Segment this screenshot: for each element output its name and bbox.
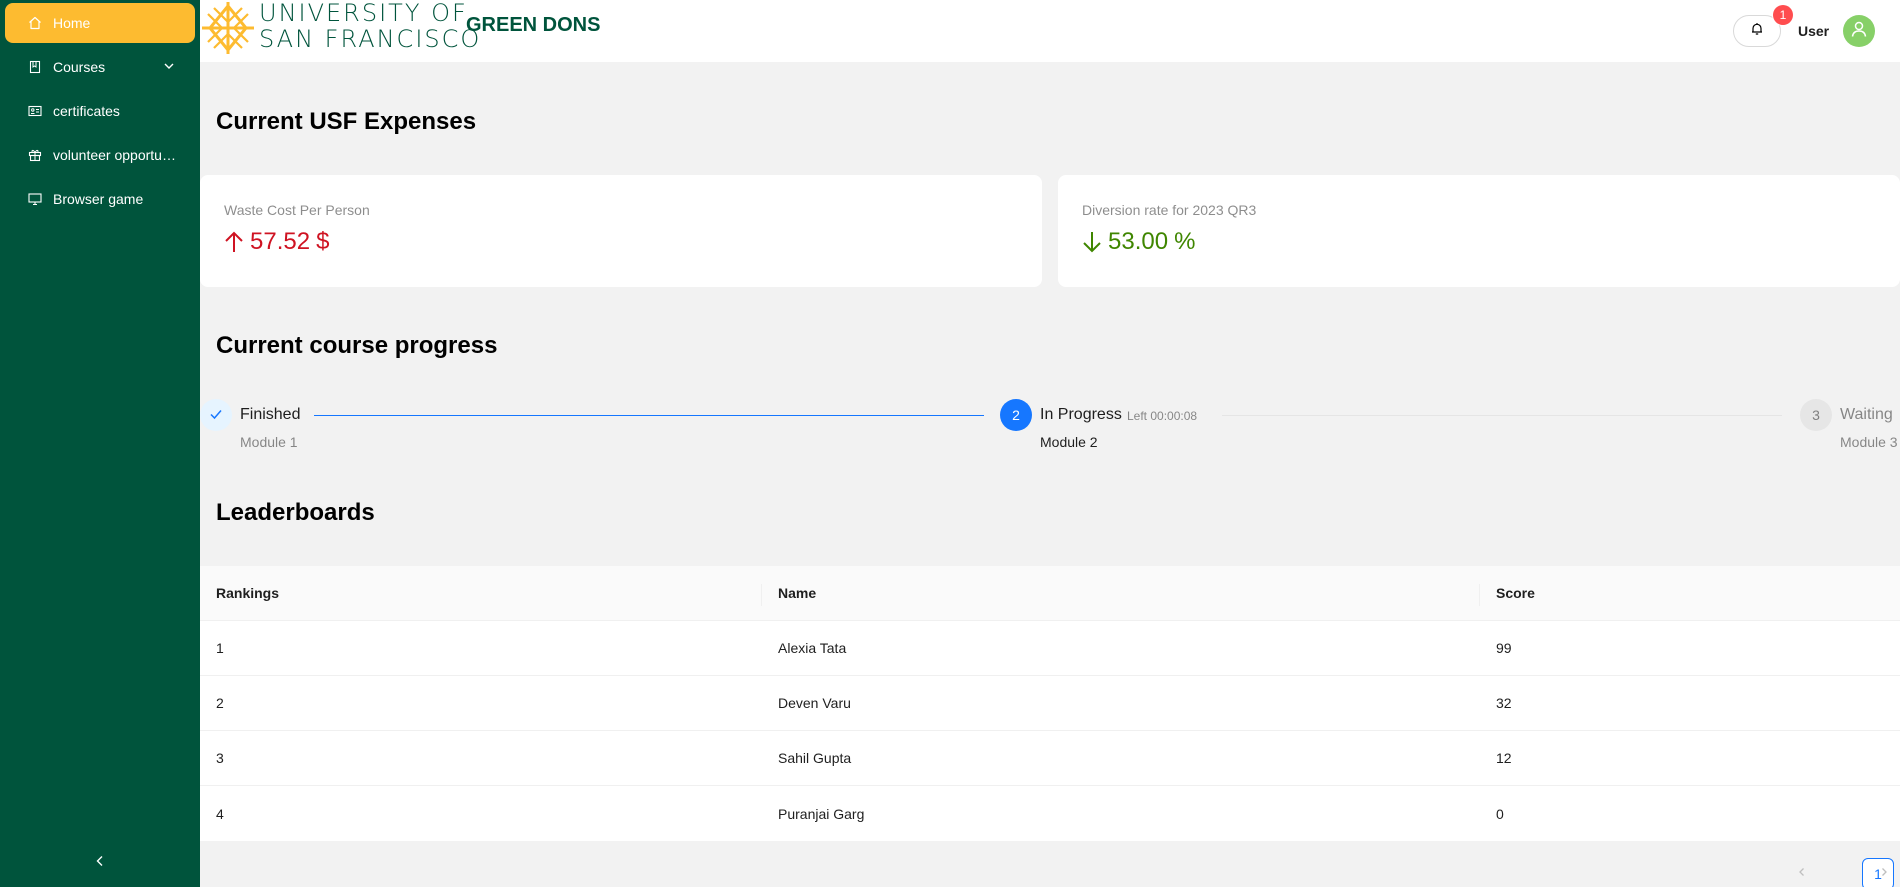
column-divider [1479, 584, 1480, 606]
step-description: Module 1 [240, 434, 298, 450]
sidebar-item-certificates[interactable]: certificates [5, 91, 195, 131]
sidebar-item-volunteer-opportunities[interactable]: volunteer opportunities [5, 135, 195, 175]
step-description: Module 2 [1040, 434, 1098, 450]
sidebar-item-label: Courses [53, 59, 106, 75]
user-name[interactable]: User [1798, 23, 1829, 39]
column-header-score[interactable]: Score [1479, 585, 1900, 601]
avatar[interactable] [1843, 15, 1875, 47]
bell-icon [1750, 22, 1764, 41]
chevron-left-icon [94, 854, 106, 872]
sidebar: Home Courses certificates volunteer oppo… [0, 0, 200, 887]
table-row[interactable]: 4 Puranjai Garg 0 [200, 786, 1900, 841]
table-row[interactable]: 1 Alexia Tata 99 [200, 621, 1900, 676]
step-subtitle: Left 00:00:08 [1127, 409, 1198, 423]
leaderboard-table: Rankings Name Score 1 Alexia Tata 99 2 D… [200, 566, 1900, 841]
sidebar-item-courses[interactable]: Courses [5, 47, 195, 87]
step-in-progress-icon[interactable]: 2 [1000, 399, 1032, 431]
stat-title: Diversion rate for 2023 QR3 [1082, 202, 1257, 218]
step-finished-icon[interactable] [200, 399, 232, 431]
chevron-right-icon [1879, 864, 1889, 882]
usf-logo-icon [200, 0, 256, 61]
brand-title: GREEN DONS [466, 14, 601, 36]
book-icon [27, 59, 43, 75]
column-divider [761, 584, 762, 606]
step-waiting-icon[interactable]: 3 [1800, 399, 1832, 431]
step-title[interactable]: Finished [240, 406, 300, 424]
progress-title: Current course progress [216, 332, 498, 359]
chevron-down-icon[interactable] [163, 59, 175, 75]
stat-title: Waste Cost Per Person [224, 202, 370, 218]
desktop-icon [27, 191, 43, 207]
column-header-rankings[interactable]: Rankings [200, 585, 761, 601]
expenses-title: Current USF Expenses [216, 108, 477, 135]
step-description: Module 3 [1840, 434, 1898, 450]
stat-value: 57.52 $ [224, 228, 1018, 256]
sidebar-item-label: Home [53, 15, 91, 31]
pagination-prev-button[interactable] [1786, 859, 1818, 887]
pagination-next-button[interactable] [1868, 859, 1900, 887]
home-icon [27, 15, 43, 31]
step-title[interactable]: In Progress [1040, 406, 1122, 424]
sidebar-item-browser-game[interactable]: Browser game [5, 179, 195, 219]
usf-logo-text: UNIVERSITY OF SAN FRANCISCO [259, 0, 482, 53]
sidebar-item-label: certificates [53, 103, 120, 119]
table-row[interactable]: 2 Deven Varu 32 [200, 676, 1900, 731]
stat-value: 53.00 % [1082, 228, 1876, 256]
sidebar-item-label: volunteer opportunities [53, 147, 178, 163]
step-title[interactable]: Waiting [1840, 406, 1893, 424]
header: UNIVERSITY OF SAN FRANCISCO GREEN DONS 1… [200, 0, 1900, 62]
table-header: Rankings Name Score [200, 566, 1900, 621]
diversion-rate-card: Diversion rate for 2023 QR3 53.00 % [1058, 175, 1900, 287]
id-card-icon [27, 103, 43, 119]
chevron-left-icon [1797, 864, 1807, 882]
user-icon [1850, 20, 1868, 43]
table-row[interactable]: 3 Sahil Gupta 12 [200, 731, 1900, 786]
arrow-up-icon [224, 231, 244, 253]
gift-icon [27, 147, 43, 163]
check-icon [209, 407, 223, 424]
leaderboard-title: Leaderboards [216, 499, 375, 526]
step-connector [1222, 415, 1782, 416]
sidebar-item-home[interactable]: Home [5, 3, 195, 43]
sidebar-item-label: Browser game [53, 191, 144, 207]
column-header-name[interactable]: Name [761, 585, 1479, 601]
waste-cost-card: Waste Cost Per Person 57.52 $ [200, 175, 1042, 287]
notification-badge: 1 [1773, 5, 1793, 25]
sidebar-collapse-button[interactable] [0, 839, 200, 887]
step-connector [314, 415, 984, 416]
arrow-down-icon [1082, 231, 1102, 253]
